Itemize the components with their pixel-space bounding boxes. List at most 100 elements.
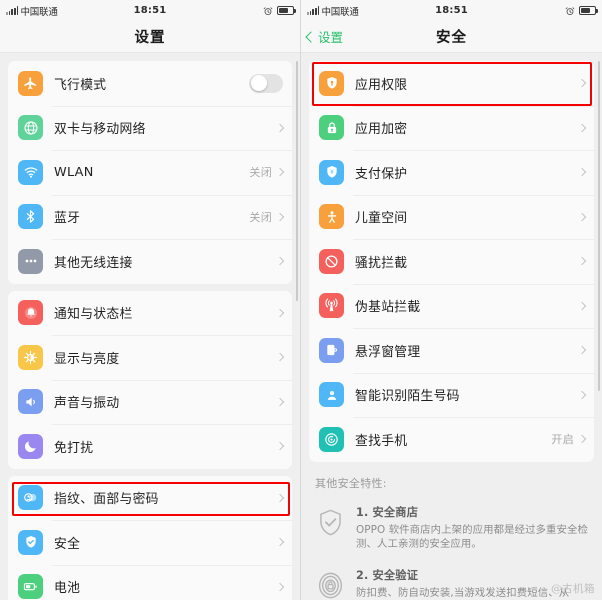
chevron-right-icon [275,442,285,451]
sidebar-item-display-brightness[interactable]: 显示与亮度 [8,335,292,380]
row-label: 安全 [54,536,81,552]
fingerprint-lock-outline-icon [318,572,343,598]
battery-icon [579,6,598,15]
list-item-payment-protection[interactable]: ¥ 支付保护 [309,150,594,195]
sidebar-item-dual-sim-mobile-network[interactable]: 双卡与移动网络 [8,105,292,151]
settings-list[interactable]: 飞行模式 双卡与移动网络 WLAN 关闭 蓝牙 关闭 其他无线连接 通知与状态栏… [0,53,300,600]
sidebar-item-wlan[interactable]: WLAN 关闭 [8,150,292,195]
dual-screenshot-container: 中国联通 18:51 设置 飞行模式 双卡与移动网络 WLAN 关闭 蓝牙 关闭… [0,0,602,600]
watermark: @古机箱 [551,583,595,595]
chevron-right-icon [275,538,285,547]
status-bar-carrier-group-right: 中国联通 [307,4,359,18]
battery-icon [277,6,296,15]
sidebar-item-sound-vibration[interactable]: 声音与振动 [8,379,292,425]
sidebar-item-bluetooth[interactable]: 蓝牙 关闭 [8,194,292,240]
shield-check-outline-icon [320,509,341,535]
row-label: 其他无线连接 [54,255,133,271]
settings-group-connectivity: 飞行模式 双卡与移动网络 WLAN 关闭 蓝牙 关闭 其他无线连接 [8,61,292,284]
list-item-harassment-blocking[interactable]: 骚扰拦截 [309,239,594,284]
status-bar-carrier-group: 中国联通 [6,4,58,18]
scrollbar-left[interactable] [295,61,298,301]
airplane-mode-toggle[interactable] [249,73,283,93]
row-label: 骚扰拦截 [355,255,408,271]
chevron-right-icon [577,212,587,221]
floating-window-icon [319,337,344,363]
chevron-right-icon [275,123,285,132]
page-title-right: 安全 [436,30,467,46]
list-item-fake-base-station-blocking[interactable]: 伪基站拦截 [309,283,594,329]
alarm-clock-icon [263,6,273,15]
chevron-right-icon [577,346,587,355]
row-label: 支付保护 [355,166,408,182]
chevron-right-icon [577,123,587,132]
chevron-right-icon [275,493,285,502]
wifi-icon [18,159,43,185]
status-bar-right: 中国联通 18:51 [301,0,602,21]
svg-text:?: ? [331,391,333,395]
sidebar-item-notifications-statusbar[interactable]: 通知与状态栏 [8,291,292,336]
list-item-find-phone[interactable]: 查找手机 开启 [309,417,594,462]
status-bar-indicators-right [565,6,598,16]
sidebar-item-other-wireless[interactable]: 其他无线连接 [8,239,292,284]
row-label: 伪基站拦截 [355,300,421,316]
ellipsis-icon [18,248,43,274]
sidebar-item-fingerprint-face-password[interactable]: 指纹、面部与密码 [8,476,292,521]
shield-key-icon [319,70,344,96]
row-label: 应用权限 [355,77,408,93]
chevron-right-icon [275,582,285,591]
row-label: 查找手机 [355,433,408,449]
settings-group-notifications-display: 通知与状态栏 显示与亮度 声音与振动 免打扰 [8,290,292,469]
chevron-right-icon [577,301,587,310]
back-button-label: 设置 [318,30,344,45]
bell-icon [18,300,43,326]
sidebar-item-airplane-mode[interactable]: 飞行模式 [8,61,292,106]
row-label: 蓝牙 [54,211,81,227]
chevron-right-icon [577,390,587,399]
security-list[interactable]: 应用权限 应用加密 ¥ 支付保护 儿童空间 骚扰拦截 伪基站拦截 悬浮窗管理 ?… [301,53,602,600]
moon-icon [18,433,43,459]
airplane-icon [18,70,43,96]
chevron-left-icon [305,30,317,43]
chevron-right-icon [577,79,587,88]
back-button[interactable]: 设置 [301,27,343,46]
sidebar-item-security[interactable]: 安全 [8,520,292,565]
lock-icon [319,115,344,141]
chevron-right-icon [275,257,285,266]
row-label: 智能识别陌生号码 [355,389,460,405]
scrollbar-right[interactable] [597,61,600,391]
sidebar-item-do-not-disturb[interactable]: 免打扰 [8,424,292,469]
chevron-right-icon [275,212,285,221]
chevron-right-icon [577,168,587,177]
right-screen-security: 中国联通 18:51 设置 安全 应用权限 应用加密 ¥ 支付保护 儿童空间 骚… [301,0,602,600]
page-title-left: 设置 [134,30,166,46]
row-value: 关闭 [249,210,272,224]
chevron-right-icon [275,168,285,177]
list-item-kids-space[interactable]: 儿童空间 [309,194,594,240]
list-item-app-encryption[interactable]: 应用加密 [309,105,594,151]
brightness-icon [18,344,43,370]
list-item-smart-unknown-number[interactable]: ? 智能识别陌生号码 [309,372,594,418]
row-label: 免打扰 [54,440,94,456]
signal-bars-icon [6,6,19,15]
row-label: 指纹、面部与密码 [54,492,159,508]
fingerprint-face-icon [18,485,43,511]
feature-heading: 1. 安全商店 [356,505,419,519]
row-label: 声音与振动 [54,396,120,412]
chevron-right-icon [275,397,285,406]
find-phone-icon [319,426,344,452]
left-screen-settings: 中国联通 18:51 设置 飞行模式 双卡与移动网络 WLAN 关闭 蓝牙 关闭… [0,0,301,600]
globe-icon [18,115,43,141]
svg-text:¥: ¥ [330,170,334,176]
row-label: 双卡与移动网络 [54,122,146,138]
shield-check-icon [18,529,43,555]
list-item-app-permissions[interactable]: 应用权限 [309,61,594,106]
row-label: 飞行模式 [54,77,107,93]
block-icon [319,248,344,274]
antenna-icon [319,293,344,319]
other-features-title: 其他安全特性: [315,476,387,490]
row-label: 应用加密 [355,122,408,138]
settings-group-security-system: 指纹、面部与密码 安全 电池 [8,475,292,600]
sidebar-item-battery[interactable]: 电池 [8,564,292,600]
list-item-floating-window-management[interactable]: 悬浮窗管理 [309,328,594,373]
security-group-main: 应用权限 应用加密 ¥ 支付保护 儿童空间 骚扰拦截 伪基站拦截 悬浮窗管理 ?… [309,61,594,462]
